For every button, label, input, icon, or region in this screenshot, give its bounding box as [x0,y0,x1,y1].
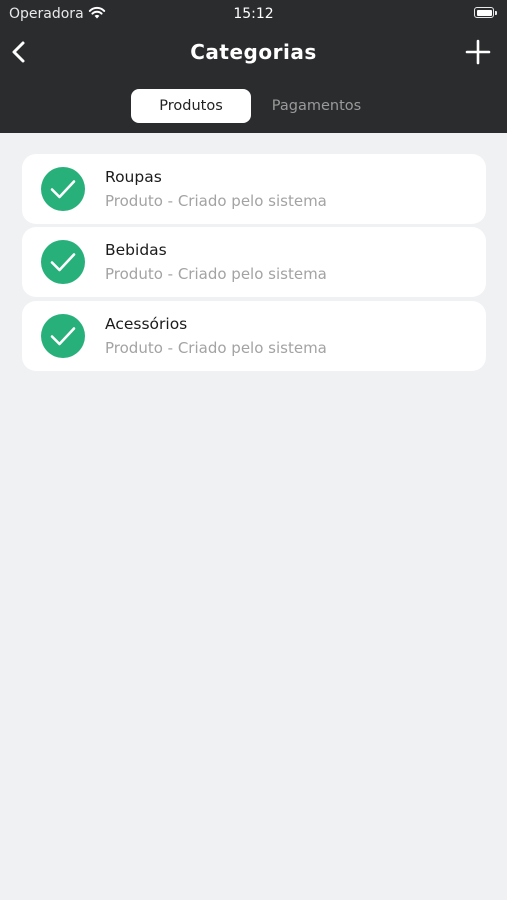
segmented-control: Produtos Pagamentos [128,87,380,125]
status-time: 15:12 [233,6,274,22]
category-subtitle: Produto - Criado pelo sistema [105,339,327,357]
status-bar: Operadora 15:12 [0,0,507,28]
category-subtitle: Produto - Criado pelo sistema [105,265,327,283]
category-subtitle: Produto - Criado pelo sistema [105,192,327,210]
battery-icon [474,7,497,18]
list-item[interactable]: Roupas Produto - Criado pelo sistema [22,154,486,224]
app-header: Operadora 15:12 Categorias Produtos Paga… [0,0,507,133]
list-item[interactable]: Bebidas Produto - Criado pelo sistema [22,227,486,297]
category-name: Acessórios [105,315,188,333]
list-item[interactable]: Acessórios Produto - Criado pelo sistema [22,301,486,371]
tab-produtos[interactable]: Produtos [131,89,251,123]
category-name: Bebidas [105,241,167,259]
tab-pagamentos[interactable]: Pagamentos [253,89,380,123]
add-category-button[interactable] [465,39,491,65]
checkmark-icon [41,240,85,284]
checkmark-icon [41,167,85,211]
checkmark-icon [41,314,85,358]
page-title: Categorias [190,40,317,64]
category-name: Roupas [105,168,162,186]
